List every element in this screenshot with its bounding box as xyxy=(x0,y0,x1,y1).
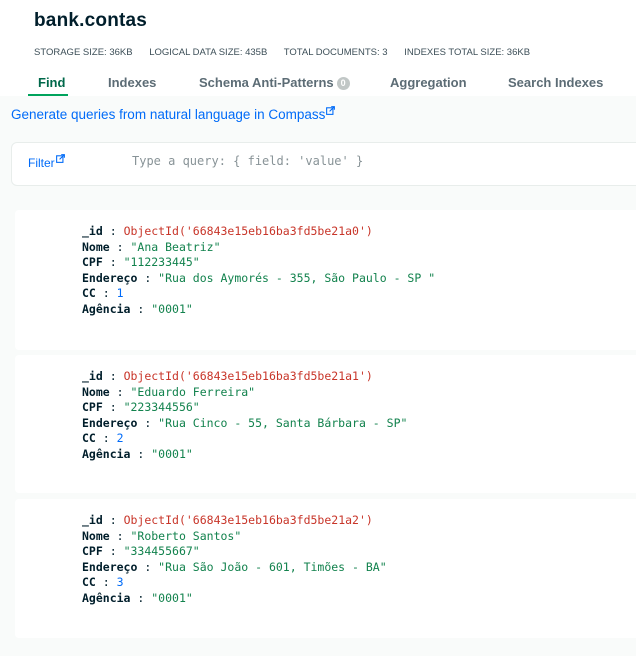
field-row-nome: Nome : "Ana Beatriz" xyxy=(82,239,221,254)
document-fields: _id : ObjectId('66843e15eb16ba3fd5be21a0… xyxy=(82,224,435,317)
schema-count-badge: 0 xyxy=(336,77,350,90)
tab-schema-label: Schema Anti-Patterns xyxy=(199,75,334,90)
nome-value: "Ana Beatriz" xyxy=(130,239,221,254)
cc-value: 3 xyxy=(116,575,124,589)
field-row-agencia: Agência : "0001" xyxy=(82,301,193,316)
total-documents-stat: TOTAL DOCUMENTS: 3 xyxy=(283,47,388,58)
field-row-agencia: Agência : "0001" xyxy=(82,590,193,605)
field-row-id: _id : ObjectId('66843e15eb16ba3fd5be21a1… xyxy=(82,369,373,383)
storage-size-stat: STORAGE SIZE: 36KB xyxy=(34,47,133,58)
natural-language-query-link[interactable]: Generate queries from natural language i… xyxy=(11,106,336,122)
query-input[interactable] xyxy=(132,154,612,168)
cpf-value: "334455667" xyxy=(123,544,200,558)
cpf-value: "223344556" xyxy=(123,400,200,414)
field-row-cc: CC : 3 xyxy=(82,575,124,589)
tab-aggregation[interactable]: Aggregation xyxy=(390,75,467,90)
tab-schema-anti-patterns[interactable]: Schema Anti-Patterns 0 xyxy=(199,75,350,90)
field-row-endereco: Endereço : "Rua dos Aymorés - 355, São P… xyxy=(82,270,436,285)
document-card: _id : ObjectId('66843e15eb16ba3fd5be21a2… xyxy=(15,499,636,638)
natural-language-link-label: Generate queries from natural language i… xyxy=(11,107,326,122)
field-row-agencia: Agência : "0001" xyxy=(82,446,193,461)
field-row-cc: CC : 1 xyxy=(82,286,124,300)
tab-search-indexes[interactable]: Search Indexes xyxy=(508,75,603,90)
field-row-cc: CC : 2 xyxy=(82,431,124,445)
agencia-value: "0001" xyxy=(151,446,193,461)
field-row-nome: Nome : "Eduardo Ferreira" xyxy=(82,384,256,399)
document-card: _id : ObjectId('66843e15eb16ba3fd5be21a1… xyxy=(15,355,636,493)
id-value: ObjectId('66843e15eb16ba3fd5be21a0') xyxy=(123,224,373,238)
nome-value: "Roberto Santos" xyxy=(130,528,242,543)
filter-link[interactable]: Filter xyxy=(28,154,65,170)
field-row-nome: Nome : "Roberto Santos" xyxy=(82,528,242,543)
external-link-icon xyxy=(326,106,336,115)
nome-value: "Eduardo Ferreira" xyxy=(130,384,256,399)
field-row-cpf: CPF : "334455667" xyxy=(82,544,200,558)
active-tab-indicator xyxy=(28,94,68,96)
id-value: ObjectId('66843e15eb16ba3fd5be21a1') xyxy=(123,369,373,383)
field-row-id: _id : ObjectId('66843e15eb16ba3fd5be21a2… xyxy=(82,513,373,527)
field-row-endereco: Endereço : "Rua São João - 601, Timões -… xyxy=(82,559,387,574)
filter-label: Filter xyxy=(28,156,55,170)
id-value: ObjectId('66843e15eb16ba3fd5be21a2') xyxy=(123,513,373,527)
agencia-value: "0001" xyxy=(151,590,193,605)
indexes-total-size-stat: INDEXES TOTAL SIZE: 36KB xyxy=(404,47,531,58)
endereco-value: "Rua São João - 601, Timões - BA" xyxy=(158,559,387,574)
cpf-value: "112233445" xyxy=(123,255,200,269)
field-row-id: _id : ObjectId('66843e15eb16ba3fd5be21a0… xyxy=(82,224,373,238)
tab-find[interactable]: Find xyxy=(38,75,65,90)
collection-header: bank.contas STORAGE SIZE: 36KB LOGICAL D… xyxy=(0,0,636,96)
external-link-icon xyxy=(55,154,65,163)
filter-bar: Filter xyxy=(11,142,636,186)
collection-title: bank.contas xyxy=(34,10,148,31)
agencia-value: "0001" xyxy=(151,301,193,316)
field-row-cpf: CPF : "112233445" xyxy=(82,255,200,269)
endereco-value: "Rua Cinco - 55, Santa Bárbara - SP" xyxy=(158,415,408,430)
cc-value: 2 xyxy=(116,431,124,445)
logical-data-size-stat: LOGICAL DATA SIZE: 435B xyxy=(149,47,268,58)
field-row-endereco: Endereço : "Rua Cinco - 55, Santa Bárbar… xyxy=(82,415,408,430)
collection-stats: STORAGE SIZE: 36KB LOGICAL DATA SIZE: 43… xyxy=(34,47,544,58)
cc-value: 1 xyxy=(116,286,124,300)
tab-indexes[interactable]: Indexes xyxy=(108,75,156,90)
endereco-value: "Rua dos Aymorés - 355, São Paulo - SP " xyxy=(158,270,436,285)
field-row-cpf: CPF : "223344556" xyxy=(82,400,200,414)
collection-tabs: Find Indexes Schema Anti-Patterns 0 Aggre… xyxy=(0,72,636,96)
document-fields: _id : ObjectId('66843e15eb16ba3fd5be21a2… xyxy=(82,513,387,606)
document-fields: _id : ObjectId('66843e15eb16ba3fd5be21a1… xyxy=(82,369,407,462)
document-card: _id : ObjectId('66843e15eb16ba3fd5be21a0… xyxy=(15,210,636,350)
